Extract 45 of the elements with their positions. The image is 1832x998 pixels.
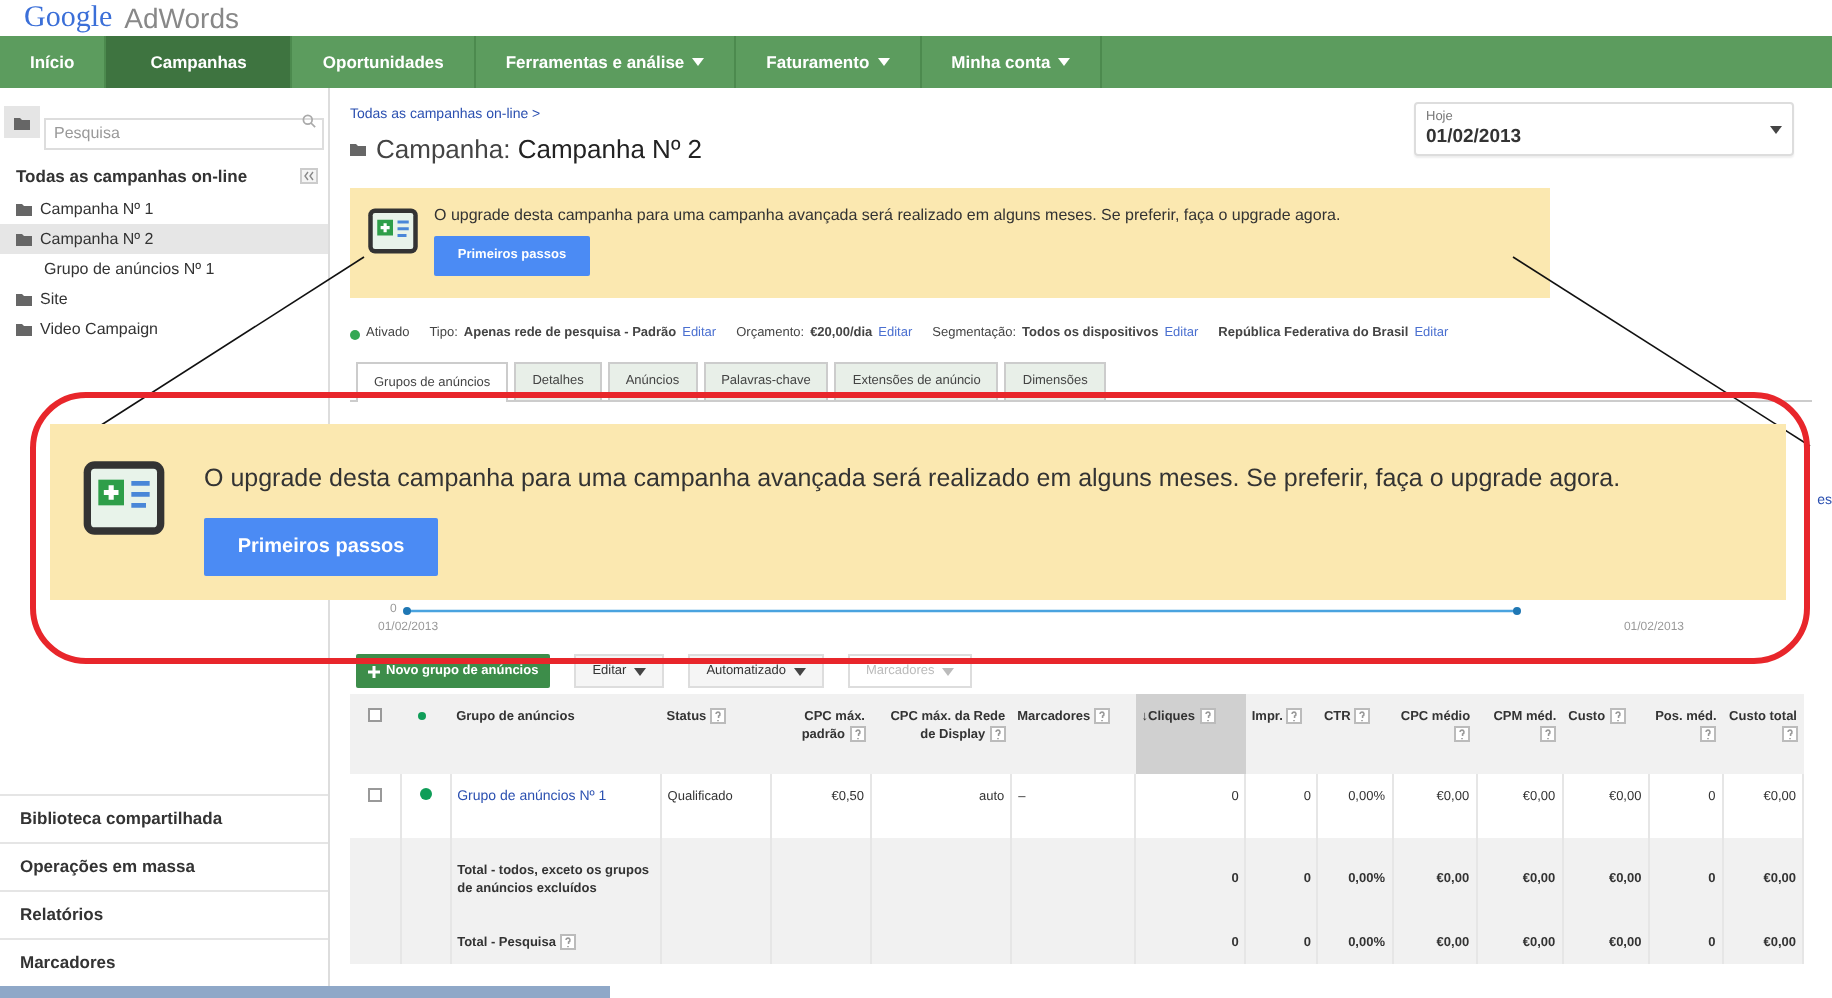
caret-icon	[793, 667, 806, 675]
help-icon[interactable]	[989, 726, 1006, 743]
help-icon[interactable]	[1781, 726, 1797, 743]
help-icon[interactable]	[559, 933, 576, 950]
help-icon[interactable]	[1354, 708, 1371, 725]
checkbox[interactable]	[368, 788, 382, 802]
sidebar-link[interactable]: Operações em massa	[0, 842, 328, 890]
logo-wordmark: Google	[24, 2, 113, 36]
folder-icon	[350, 141, 366, 156]
campaign-tree-item[interactable]: Video Campaign	[0, 314, 328, 344]
sidebar-link[interactable]: Relatórios	[0, 890, 328, 938]
upgrade-message: O upgrade desta campanha para uma campanha avançada será realizado em alguns meses. Se preferir, faça o upgrade agora.	[434, 204, 1341, 228]
caret-icon	[1770, 125, 1782, 133]
upgrade-message: O upgrade desta campanha para uma campanha avançada será realizado em alguns meses. Se preferir, faça o upgrade agora.	[204, 462, 1621, 496]
upgrade-card-icon	[366, 204, 420, 258]
caret-icon	[692, 58, 705, 66]
help-icon[interactable]	[849, 726, 865, 743]
campaign-tree-item[interactable]: Campanha Nº 2	[0, 224, 328, 254]
search-field[interactable]: Pesquisa	[44, 117, 324, 149]
sidebar-heading: Todas as campanhas on-line	[16, 163, 248, 189]
caret-icon	[942, 667, 955, 675]
help-icon[interactable]	[1454, 726, 1471, 743]
caret-icon	[1058, 58, 1071, 66]
nav-tab[interactable]: Campanhas	[106, 36, 293, 88]
campaign-tree-item[interactable]: Grupo de anúncios Nº 1	[0, 254, 328, 284]
help-icon[interactable]	[1199, 708, 1215, 725]
sidebar-link[interactable]: Biblioteca compartilhada	[0, 794, 328, 842]
folder-icon	[14, 115, 30, 129]
caret-icon	[634, 667, 647, 675]
folder-toggle-button[interactable]	[4, 106, 40, 138]
caret-icon	[877, 58, 890, 66]
help-icon[interactable]	[1286, 708, 1303, 725]
campaign-title: Campanha: Campanha Nº 2	[376, 131, 703, 168]
checkbox[interactable]	[368, 708, 382, 722]
help-icon[interactable]	[1700, 726, 1717, 743]
help-icon[interactable]	[710, 708, 727, 725]
help-icon[interactable]	[1540, 726, 1557, 743]
help-icon[interactable]	[1094, 708, 1111, 725]
search-icon	[302, 114, 316, 128]
product-name: AdWords	[124, 2, 239, 36]
collapse-icon[interactable]	[300, 168, 318, 184]
campaign-tree-item[interactable]: Campanha Nº 1	[0, 194, 328, 224]
plus-icon	[368, 665, 380, 677]
campaign-tree-item[interactable]: Site	[0, 284, 328, 314]
help-icon[interactable]	[1609, 708, 1626, 725]
